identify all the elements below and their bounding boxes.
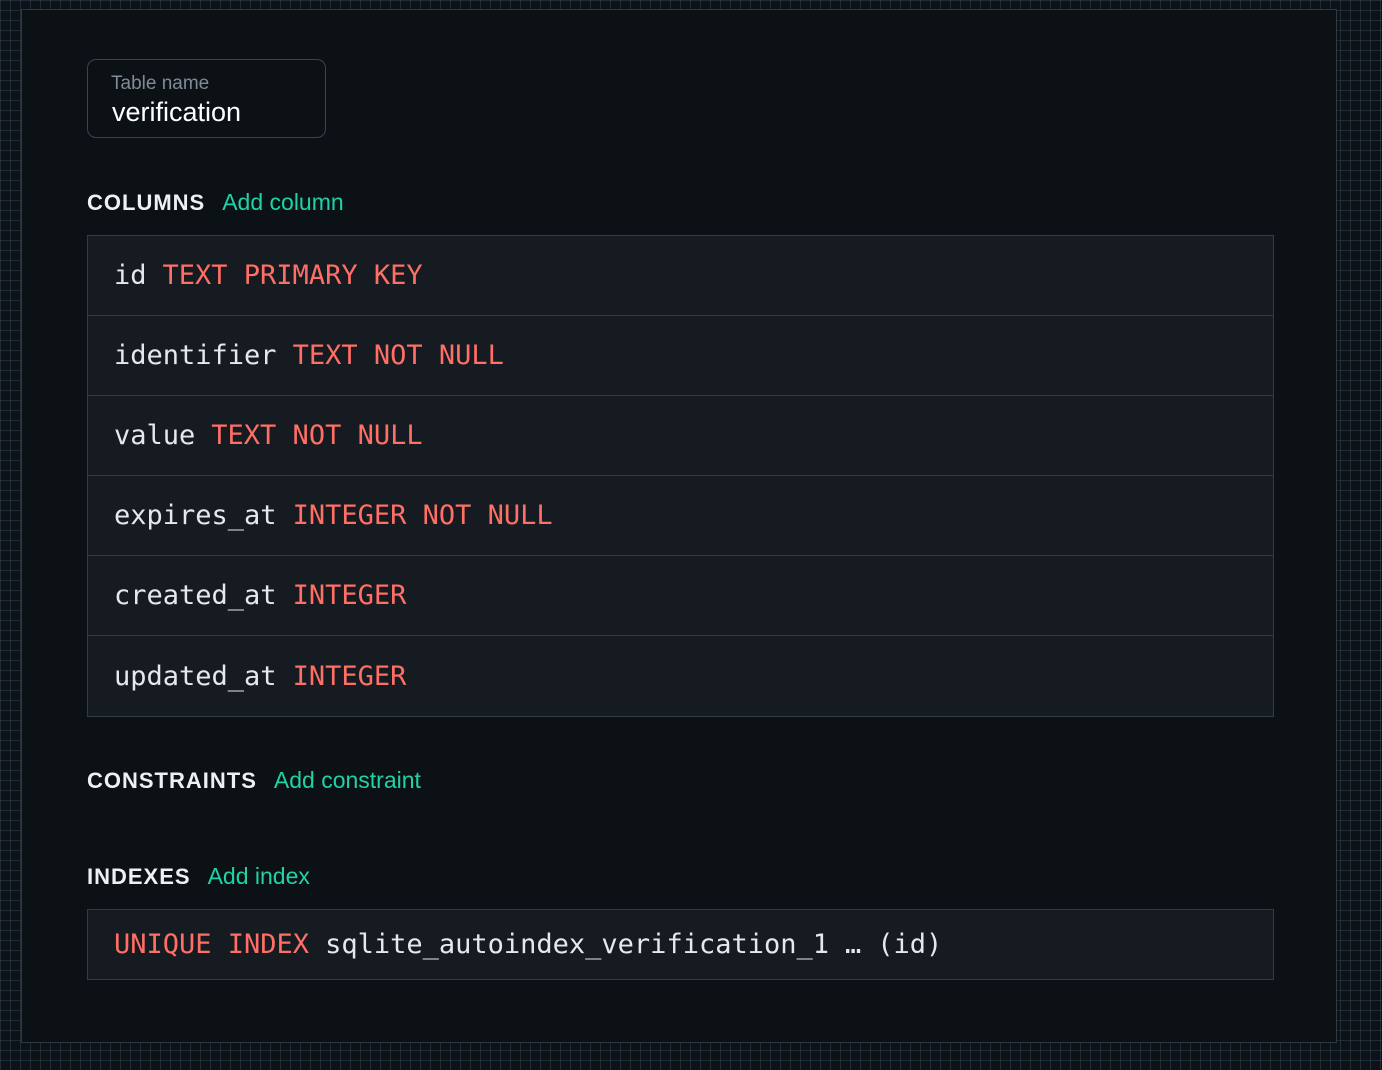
index-row[interactable]: UNIQUE INDEX sqlite_autoindex_verificati… bbox=[88, 910, 1273, 979]
column-name: value bbox=[114, 420, 196, 451]
column-row[interactable]: expires_at INTEGER NOT NULL bbox=[88, 476, 1273, 556]
columns-title: COLUMNS bbox=[87, 190, 206, 215]
index-columns: (id) bbox=[877, 929, 943, 960]
column-type: INTEGER bbox=[292, 660, 407, 692]
column-row[interactable]: created_at INTEGER bbox=[88, 556, 1273, 636]
column-type: TEXT NOT NULL bbox=[292, 340, 504, 371]
column-type: TEXT PRIMARY KEY bbox=[162, 260, 423, 291]
add-column-link[interactable]: Add column bbox=[222, 189, 343, 216]
column-name: id bbox=[114, 260, 147, 291]
column-name: identifier bbox=[114, 340, 277, 371]
index-ellipsis: … bbox=[845, 929, 862, 960]
constraints-header: CONSTRAINTS Add constraint bbox=[87, 767, 421, 794]
index-kind: UNIQUE INDEX bbox=[114, 929, 310, 960]
indexes-title: INDEXES bbox=[87, 864, 191, 889]
add-constraint-link[interactable]: Add constraint bbox=[274, 767, 421, 794]
column-row[interactable]: updated_at INTEGER bbox=[88, 636, 1273, 716]
table-name-field[interactable]: Table name verification bbox=[87, 59, 326, 138]
column-type: TEXT NOT NULL bbox=[211, 420, 423, 451]
index-name: sqlite_autoindex_verification_1 bbox=[325, 929, 829, 960]
indexes-table: UNIQUE INDEX sqlite_autoindex_verificati… bbox=[87, 909, 1274, 980]
column-row[interactable]: id TEXT PRIMARY KEY bbox=[88, 236, 1273, 316]
constraints-title: CONSTRAINTS bbox=[87, 768, 257, 793]
column-row[interactable]: identifier TEXT NOT NULL bbox=[88, 316, 1273, 396]
column-row[interactable]: value TEXT NOT NULL bbox=[88, 396, 1273, 476]
column-type: INTEGER bbox=[292, 580, 407, 611]
column-name: created_at bbox=[114, 580, 277, 611]
column-name: updated_at bbox=[114, 660, 277, 692]
indexes-header: INDEXES Add index bbox=[87, 863, 310, 890]
table-name-value[interactable]: verification bbox=[112, 97, 241, 128]
table-editor-panel: Table name verification COLUMNS Add colu… bbox=[21, 9, 1337, 1043]
add-index-link[interactable]: Add index bbox=[208, 863, 310, 890]
columns-header: COLUMNS Add column bbox=[87, 189, 344, 216]
column-name: expires_at bbox=[114, 500, 277, 531]
table-name-label: Table name bbox=[111, 73, 210, 94]
column-type: INTEGER NOT NULL bbox=[292, 500, 553, 531]
columns-table: id TEXT PRIMARY KEY identifier TEXT NOT … bbox=[87, 235, 1274, 717]
